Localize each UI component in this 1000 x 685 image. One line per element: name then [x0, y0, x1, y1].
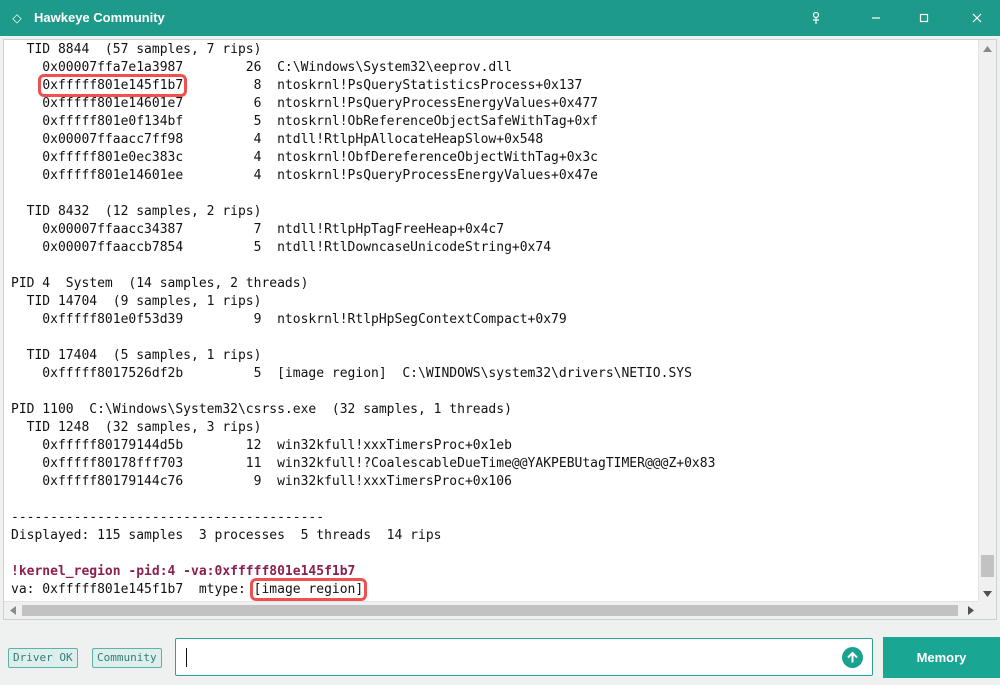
console-line: 0xfffff801e0f134bf 5 ntoskrnl!ObReferenc… [11, 114, 598, 129]
console-line: PID 4 System (14 samples, 2 threads) [11, 276, 309, 291]
console-line: 0xfffff8017526df2b 5 [image region] C:\W… [11, 366, 692, 381]
scroll-down-icon[interactable] [979, 585, 996, 602]
minimize-button[interactable] [853, 0, 899, 36]
console-line: 0x00007ffaacc7ff98 4 ntdll!RtlpHpAllocat… [11, 132, 544, 147]
console-line: 0xfffff80179144d5b 12 win32kfull!xxxTime… [11, 438, 512, 453]
console-line-highlighted: 0xfffff801e145f1b7 8 ntoskrnl!PsQuerySta… [38, 74, 583, 97]
mtype-value: [image region] [249, 578, 368, 601]
scroll-left-icon[interactable] [4, 602, 21, 619]
console-line: 0xfffff801e0ec383c 4 ntoskrnl!ObfDerefer… [11, 150, 598, 165]
send-button[interactable] [842, 647, 863, 668]
horizontal-scrollbar[interactable] [4, 601, 979, 619]
text-caret [186, 648, 187, 667]
driver-status-badge[interactable]: Driver OK [8, 648, 78, 668]
pin-button[interactable] [793, 0, 839, 36]
close-button[interactable] [954, 0, 1000, 36]
console-line: 0xfffff801e14601ee 4 ntoskrnl!PsQueryPro… [11, 168, 598, 183]
window-title: Hawkeye Community [34, 10, 165, 25]
console-line: 0xfffff801e0f53d39 9 ntoskrnl!RtlpHpSegC… [11, 312, 567, 327]
title-bar: ◇ Hawkeye Community [0, 0, 1000, 36]
maximize-button[interactable] [901, 0, 947, 36]
console-line: TID 1248 (32 samples, 3 rips) [11, 420, 262, 435]
close-icon [972, 13, 982, 23]
scroll-right-icon[interactable] [962, 602, 979, 619]
console-output[interactable]: TID 8844 (57 samples, 7 rips) 0x00007ffa… [3, 39, 997, 620]
console-line: 0xfffff80179144c76 9 win32kfull!xxxTimer… [11, 474, 512, 489]
minimize-icon [872, 17, 880, 19]
console-text: TID 8844 (57 samples, 7 rips) 0x00007ffa… [11, 41, 971, 601]
console-line: TID 17404 (5 samples, 1 rips) [11, 348, 262, 363]
memory-button[interactable]: Memory [883, 637, 1000, 678]
pin-icon [812, 11, 820, 24]
console-line: TID 14704 (9 samples, 1 rips) [11, 294, 262, 309]
maximize-icon [919, 13, 929, 23]
edition-badge[interactable]: Community [92, 648, 162, 668]
command-result: va: 0xfffff801e145f1b7 mtype: [image reg… [11, 578, 368, 601]
console-line: 0xfffff80178fff703 11 win32kfull!?Coales… [11, 456, 716, 471]
console-line: 0x00007ffaacc34387 7 ntdll!RtlpHpTagFree… [11, 222, 505, 237]
horizontal-scroll-thumb[interactable] [22, 605, 958, 616]
console-line: ---------------------------------------- [11, 510, 325, 525]
highlighted-address: 0xfffff801e145f1b7 [38, 74, 188, 97]
console-line: Displayed: 115 samples 3 processes 5 thr… [11, 528, 442, 543]
console-line: 0x00007ffa7e1a3987 26 C:\Windows\System3… [11, 60, 512, 75]
vertical-scrollbar[interactable] [978, 40, 996, 602]
arrow-up-circle-icon [847, 651, 858, 663]
console-line: TID 8432 (12 samples, 2 rips) [11, 204, 262, 219]
console-line: 0xfffff801e14601e7 6 ntoskrnl!PsQueryPro… [11, 96, 598, 111]
command-echo: !kernel_region -pid:4 -va:0xfffff801e145… [11, 564, 356, 579]
scroll-up-icon[interactable] [979, 40, 996, 57]
app-logo-icon: ◇ [12, 11, 22, 25]
command-input[interactable] [175, 638, 873, 676]
console-line: PID 1100 C:\Windows\System32\csrss.exe (… [11, 402, 512, 417]
scrollbar-corner [978, 601, 996, 619]
vertical-scroll-thumb[interactable] [981, 555, 994, 577]
console-line: TID 8844 (57 samples, 7 rips) [11, 42, 262, 57]
console-line: 0x00007ffaaccb7854 5 ntdll!RtlDowncaseUn… [11, 240, 552, 255]
